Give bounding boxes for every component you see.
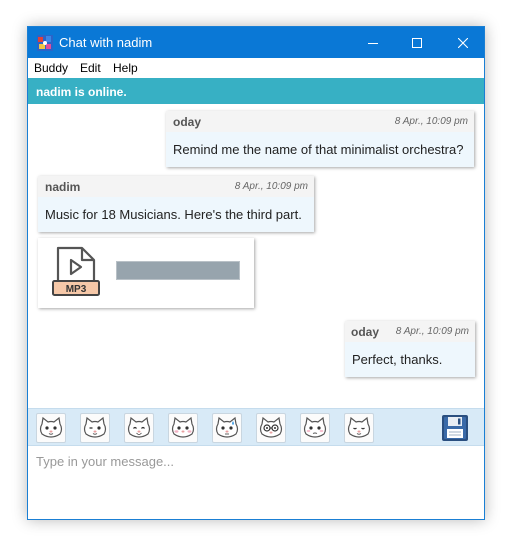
message-sender: oday [173, 115, 202, 129]
message-bubble: oday 8 Apr., 10:09 pm Remind me the name… [166, 111, 474, 167]
chat-history[interactable]: oday 8 Apr., 10:09 pm Remind me the name… [28, 104, 484, 408]
emoticon-toolbar [28, 408, 484, 446]
shy-cat-emoticon[interactable] [300, 413, 330, 443]
message-input-area [28, 446, 484, 519]
title-bar: Chat with nadim [28, 27, 484, 58]
menu-buddy[interactable]: Buddy [34, 61, 68, 75]
status-bar: nadim is online. [28, 78, 484, 104]
calm-cat-emoticon[interactable] [344, 413, 374, 443]
message-text: Perfect, thanks. [352, 352, 443, 367]
menu-edit[interactable]: Edit [80, 61, 101, 75]
message-bubble: nadim 8 Apr., 10:09 pm Music for 18 Musi… [38, 176, 314, 232]
minimize-icon [368, 42, 378, 44]
sweat-cat-emoticon[interactable] [212, 413, 242, 443]
glasses-cat-emoticon[interactable] [256, 413, 286, 443]
menu-bar: Buddy Edit Help [28, 58, 484, 79]
wink-cat-emoticon[interactable] [80, 413, 110, 443]
message-input[interactable] [30, 448, 482, 519]
maximize-button[interactable] [394, 27, 440, 58]
online-status: nadim is online. [36, 85, 127, 99]
message-header: oday 8 Apr., 10:09 pm [345, 321, 475, 342]
window-title: Chat with nadim [59, 35, 153, 50]
app-icon [37, 35, 53, 51]
message-sender: nadim [45, 180, 81, 194]
close-button[interactable] [440, 27, 484, 58]
file-attachment[interactable]: MP3 [38, 238, 254, 308]
maximize-icon [412, 37, 422, 48]
menu-help[interactable]: Help [113, 61, 138, 75]
message-sender: oday [351, 325, 380, 339]
audio-progress-bar[interactable] [116, 261, 240, 280]
save-button[interactable] [440, 413, 470, 443]
message-text: Remind me the name of that minimalist or… [173, 142, 464, 157]
smile-cat-emoticon[interactable] [36, 413, 66, 443]
floppy-disk-icon [442, 415, 468, 441]
chat-window: Chat with nadim Buddy Edit Help nadim is… [27, 26, 485, 520]
message-time: 8 Apr., 10:09 pm [394, 116, 468, 127]
file-type-label: MP3 [66, 284, 87, 295]
close-icon [458, 37, 468, 48]
blush-cat-emoticon[interactable] [168, 413, 198, 443]
message-time: 8 Apr., 10:09 pm [234, 181, 308, 192]
grin-cat-emoticon[interactable] [124, 413, 154, 443]
message-header: oday 8 Apr., 10:09 pm [166, 111, 474, 132]
message-bubble: oday 8 Apr., 10:09 pm Perfect, thanks. [345, 321, 475, 377]
message-text: Music for 18 Musicians. Here's the third… [45, 207, 302, 222]
message-time: 8 Apr., 10:09 pm [395, 326, 469, 337]
minimize-button[interactable] [350, 27, 396, 58]
message-header: nadim 8 Apr., 10:09 pm [38, 176, 314, 197]
mp3-file-icon[interactable]: MP3 [50, 246, 102, 298]
